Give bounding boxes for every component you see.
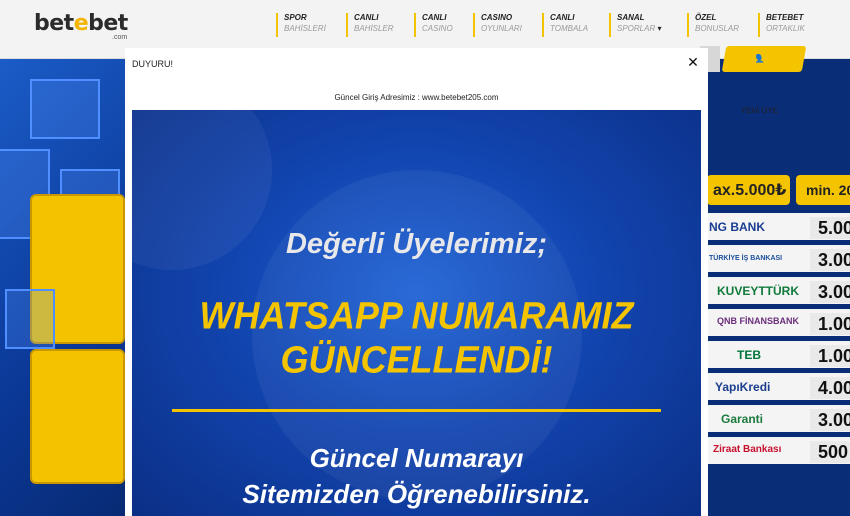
max-limit-badge: ax.5.000₺: [707, 175, 790, 205]
bank-row: NG BANK 5.00: [707, 213, 850, 242]
nav-sanal-sporlar[interactable]: SANAL SPORLAR ▾: [609, 13, 661, 37]
bank-row: TEB 1.00: [707, 341, 850, 370]
nav-spor-bahisleri[interactable]: SPOR BAHİSLERİ: [276, 13, 326, 37]
register-button[interactable]: 👤 YENİ ÜYE: [721, 46, 807, 115]
decor-pane: [30, 79, 100, 139]
min-limit-badge: min. 20: [796, 175, 850, 205]
site-logo[interactable]: betebet .com: [34, 11, 134, 41]
decor-pane: [5, 289, 55, 349]
banner-greeting: Değerli Üyelerimiz;: [285, 228, 548, 260]
nav-canli-bahisler[interactable]: CANLI BAHİSLER: [346, 13, 394, 37]
nav-canli-casino[interactable]: CANLI CASINO: [414, 13, 453, 37]
close-icon[interactable]: ✕: [686, 55, 700, 69]
bank-row: YapıKredi 4.00: [707, 373, 850, 402]
bank-row: TÜRKİYE İŞ BANKASI 3.00: [707, 245, 850, 274]
bank-row: KUVEYTTÜRK 3.00: [707, 277, 850, 306]
banner-divider: [172, 409, 661, 412]
banner-footer-text: Güncel Numarayı Sitemizden Öğrenebilirsi…: [242, 443, 591, 509]
user-icon: 👤: [753, 54, 766, 63]
modal-title: DUYURU!: [132, 59, 174, 69]
bank-row: QNB FİNANSBANK 1.00: [707, 309, 850, 338]
decor-letter-block: [30, 349, 125, 484]
bank-row: Garanti 3.00: [707, 405, 850, 434]
bank-row: Ziraat Bankası 500: [707, 437, 850, 466]
nav-casino-oyunlari[interactable]: CASINO OYUNLARI: [473, 13, 522, 37]
banner-headline: WHATSAPP NUMARAMIZ GÜNCELLENDİ!: [199, 293, 634, 382]
logo-wordmark: betebet: [34, 11, 128, 36]
modal-current-address: Güncel Giriş Adresimiz : www.betebet205.…: [334, 93, 499, 102]
announcement-modal: DUYURU! ✕ Güncel Giriş Adresimiz : www.b…: [125, 48, 708, 516]
hero-background-left: [0, 59, 130, 516]
nav-ozel-bonuslar[interactable]: ÖZEL BONUSLAR: [687, 13, 739, 37]
chevron-down-icon: ▾: [657, 24, 662, 33]
announcement-banner: Değerli Üyelerimiz; WHATSAPP NUMARAMIZ G…: [132, 110, 701, 516]
logo-domain: .com: [112, 34, 128, 41]
nav-canli-tombala[interactable]: CANLI TOMBALA: [542, 13, 588, 37]
nav-betebet-ortaklik[interactable]: BETEBET ORTAKLIK: [758, 13, 805, 37]
